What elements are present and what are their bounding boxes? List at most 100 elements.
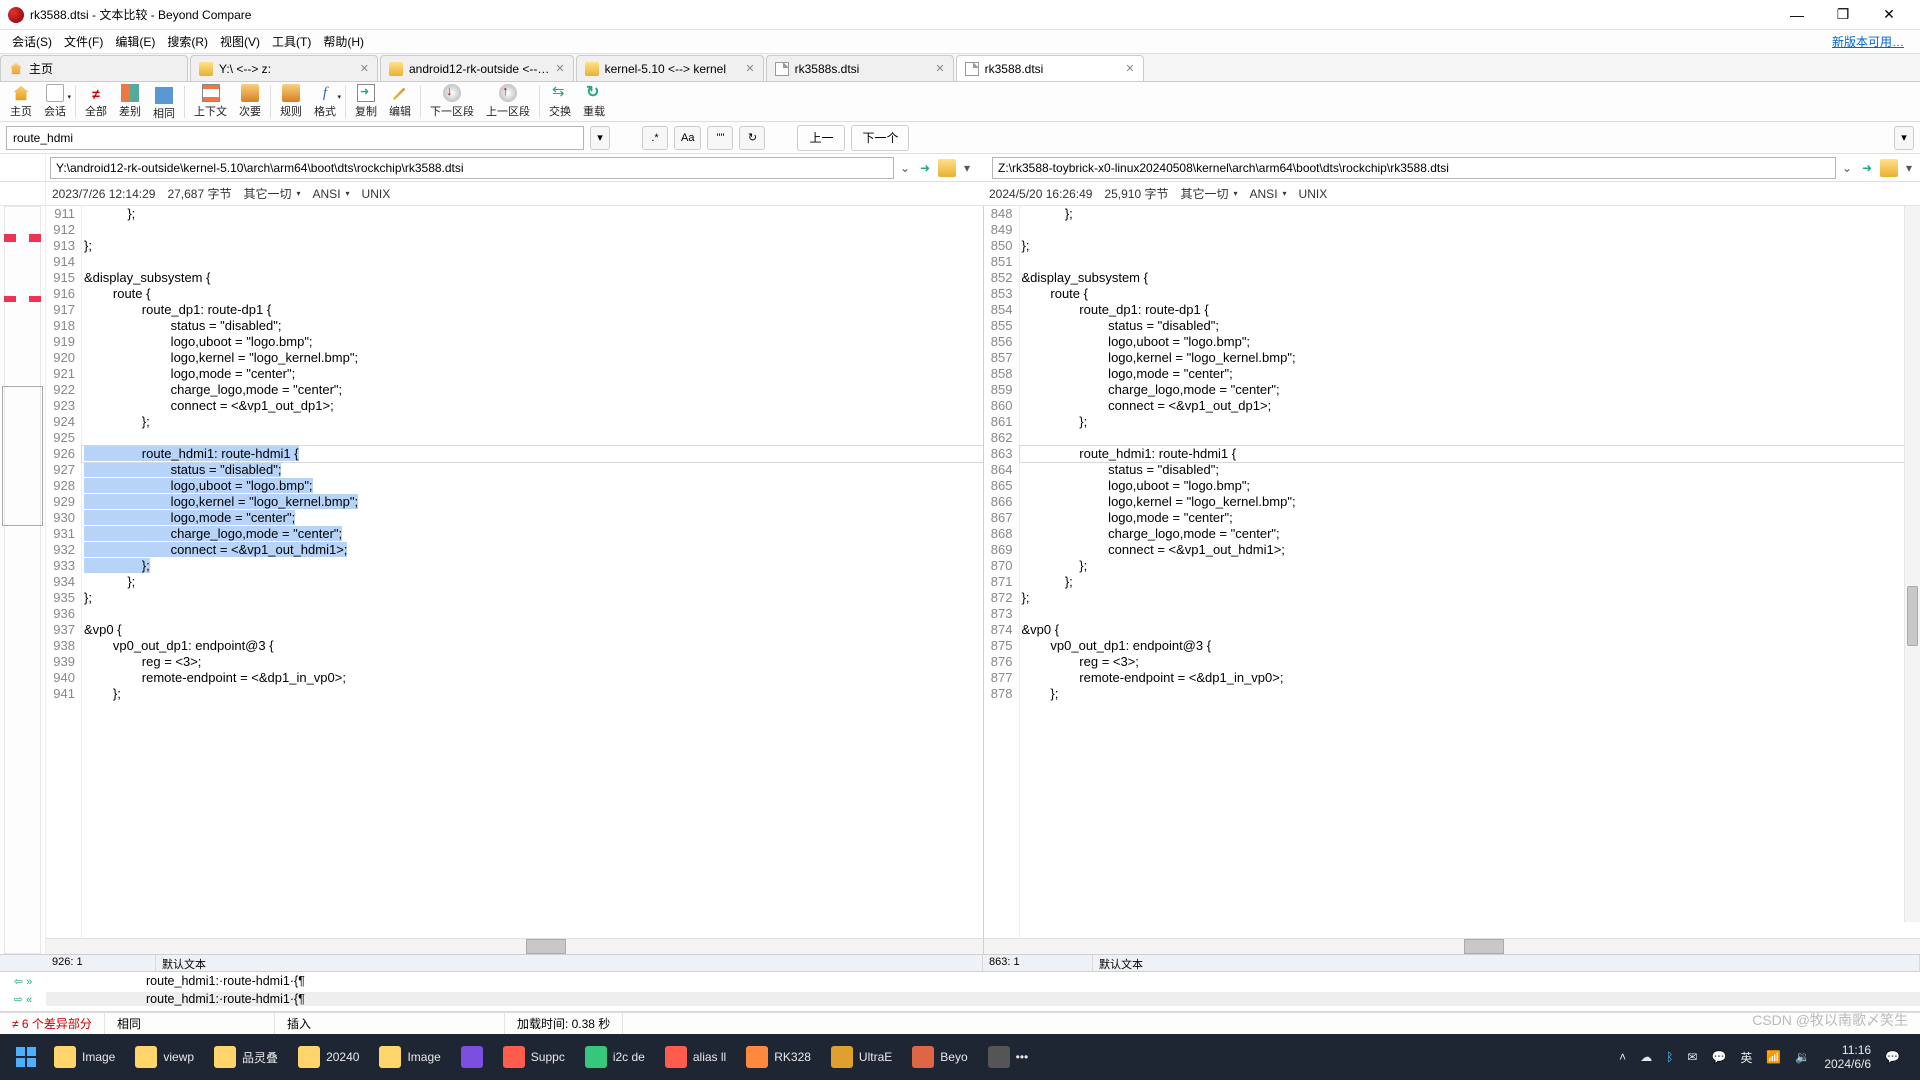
tool-same[interactable]: 相同 [147,83,181,121]
maximize-button[interactable]: ❐ [1820,1,1866,29]
task-item[interactable]: Suppc [493,1037,575,1077]
merge-left-icon[interactable]: ⇨ « [0,993,46,1006]
tool-rules[interactable]: 规则 [274,83,308,121]
tool-copy[interactable]: 复制 [349,83,383,121]
close-icon[interactable]: ✕ [555,62,564,75]
right-eol: UNIX [1299,187,1328,201]
tool-prev-section[interactable]: 上一区段 [480,83,536,121]
task-item[interactable]: Image [369,1037,450,1077]
bluetooth-icon[interactable]: ᛒ [1666,1050,1673,1064]
volume-icon[interactable]: 🔉 [1795,1050,1810,1064]
close-button[interactable]: ✕ [1866,1,1912,29]
thumbnail-column[interactable] [0,206,46,954]
system-tray[interactable]: ˄ ☁ ᛒ ✉ 💬 英 📶 🔉 11:162024/6/6 💬 [1619,1043,1912,1071]
menu-tools[interactable]: 工具(T) [266,31,317,52]
chevron-down-icon[interactable]: ⌄ [898,161,912,175]
menu-search[interactable]: 搜索(R) [161,31,214,52]
task-item[interactable]: i2c de [575,1037,655,1077]
search-word-toggle[interactable]: "" [707,126,733,150]
tab-home[interactable]: 主页 [0,55,188,81]
left-line-numbers: 9119129139149159169179189199209219229239… [46,206,82,938]
right-encoding[interactable]: ANSI [1250,187,1287,201]
minimize-button[interactable]: ― [1774,1,1820,29]
menu-file[interactable]: 文件(F) [58,31,109,52]
mail-icon[interactable]: ✉ [1687,1050,1697,1064]
close-icon[interactable]: ✕ [745,62,754,75]
network-icon[interactable]: 📶 [1766,1050,1781,1064]
notification-icon[interactable]: 💬 [1885,1050,1900,1064]
ime-indicator[interactable]: 英 [1740,1049,1752,1066]
tool-context[interactable]: 上下文 [188,83,233,121]
wechat-icon[interactable]: 💬 [1711,1050,1726,1064]
search-refresh[interactable]: ↻ [739,126,765,150]
open-icon[interactable]: ➜ [1858,159,1876,177]
menu-edit[interactable]: 编辑(E) [109,31,161,52]
menu-session[interactable]: 会话(S) [6,31,58,52]
right-filter[interactable]: 其它一切 [1180,185,1237,202]
left-code[interactable]: };};&display_subsystem { route { route_d… [82,206,983,938]
update-link[interactable]: 新版本可用… [1832,33,1914,50]
tool-session[interactable]: 会话▾ [38,83,72,121]
tray-chevron-icon[interactable]: ˄ [1619,1050,1626,1064]
search-options-button[interactable]: ▾ [1894,126,1914,150]
task-item[interactable]: RK328 [736,1037,821,1077]
close-icon[interactable]: ✕ [1125,62,1134,75]
start-button[interactable] [8,1039,44,1075]
left-encoding[interactable]: ANSI [313,187,350,201]
session-icon [46,84,64,102]
app-icon [503,1046,525,1068]
task-item[interactable]: 品灵叠 [204,1037,288,1077]
tool-minor[interactable]: 次要 [233,83,267,121]
right-path-input[interactable]: Z:\rk3588-toybrick-x0-linux20240508\kern… [992,157,1836,179]
left-h-scroll[interactable] [46,938,983,954]
tab-kernel[interactable]: kernel-5.10 <--> kernel✕ [576,55,764,81]
task-item[interactable] [451,1037,493,1077]
clock[interactable]: 11:162024/6/6 [1824,1043,1871,1071]
left-path-input[interactable]: Y:\android12-rk-outside\kernel-5.10\arch… [50,157,894,179]
tool-swap[interactable]: 交换 [543,83,577,121]
task-item[interactable]: viewp [125,1037,204,1077]
search-regex-toggle[interactable]: .* [642,126,668,150]
menu-help[interactable]: 帮助(H) [317,31,370,52]
tool-format[interactable]: f格式▾ [308,83,342,121]
task-item[interactable]: alias ll [655,1037,736,1077]
search-next-button[interactable]: 下一个 [851,125,909,151]
browse-icon[interactable] [1880,159,1898,177]
search-case-toggle[interactable]: Aa [674,126,701,150]
home-icon [9,62,23,76]
right-h-scroll[interactable] [984,938,1920,954]
search-dropdown[interactable]: ▾ [590,126,610,150]
onedrive-icon[interactable]: ☁ [1640,1050,1652,1064]
tool-diff[interactable]: 差别 [113,83,147,121]
task-item[interactable]: Image [44,1037,125,1077]
tab-android[interactable]: android12-rk-outside <--…✕ [380,55,574,81]
tool-home[interactable]: 主页 [4,83,38,121]
search-prev-button[interactable]: 上一 [797,125,845,151]
rules-icon [282,84,300,102]
tab-rk3588s[interactable]: rk3588s.dtsi✕ [766,55,954,81]
search-input[interactable] [6,126,584,150]
v-scroll[interactable] [1904,206,1920,922]
left-filter[interactable]: 其它一切 [243,185,300,202]
task-item[interactable]: 20240 [288,1037,369,1077]
tool-all[interactable]: ≠全部 [79,83,113,121]
task-item[interactable]: Beyo [902,1037,977,1077]
merge-right-icon[interactable]: ⇦ » [0,975,46,988]
left-mode: 默认文本 [156,955,983,971]
right-code[interactable]: };};&display_subsystem { route { route_d… [1020,206,1920,938]
close-icon[interactable]: ✕ [935,62,944,75]
menu-view[interactable]: 视图(V) [214,31,266,52]
tab-rk3588[interactable]: rk3588.dtsi✕ [956,55,1144,81]
task-item[interactable]: UltraE [821,1037,902,1077]
open-icon[interactable]: ➜ [916,159,934,177]
tool-edit[interactable]: 编辑 [383,83,417,121]
tool-next-section[interactable]: 下一区段 [424,83,480,121]
browse-icon[interactable] [938,159,956,177]
close-icon[interactable]: ✕ [360,62,369,75]
chevron-down-icon[interactable]: ▾ [960,161,974,175]
task-item[interactable]: ••• [978,1037,1039,1077]
tool-reload[interactable]: 重载 [577,83,611,121]
chevron-down-icon[interactable]: ▾ [1902,161,1916,175]
tab-drives[interactable]: Y:\ <--> z:✕ [190,55,378,81]
chevron-down-icon[interactable]: ⌄ [1840,161,1854,175]
